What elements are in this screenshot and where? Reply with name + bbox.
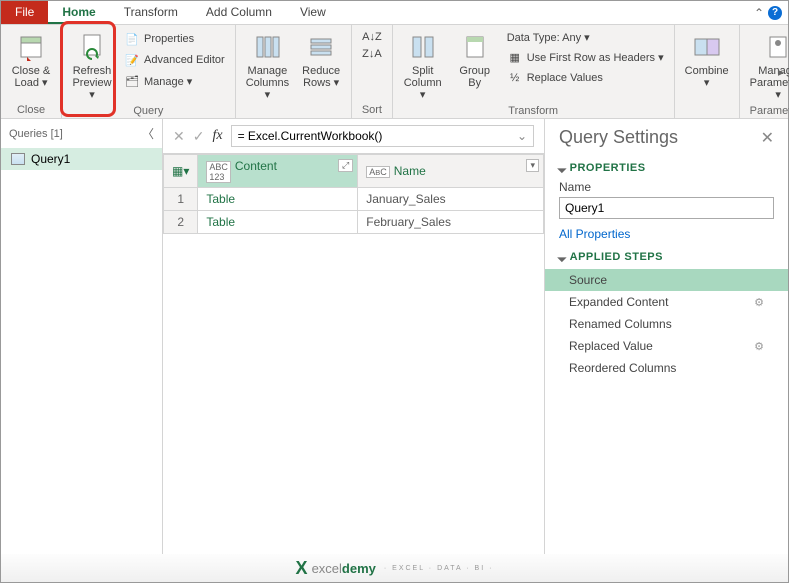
headers-icon: ▦: [507, 49, 523, 65]
formula-input[interactable]: = Excel.CurrentWorkbook() ⌄: [231, 125, 534, 147]
manage-icon: 🗂: [124, 73, 140, 89]
filter-icon[interactable]: ▾: [526, 159, 539, 172]
chevron-left-icon[interactable]: 〈: [142, 125, 154, 142]
column-header-content[interactable]: ABC123Content⤢: [198, 155, 358, 188]
column-header-name[interactable]: ABCName▾: [358, 155, 544, 188]
groupby-icon: [459, 31, 491, 63]
accept-formula-icon[interactable]: ✓: [193, 128, 205, 145]
table-icon: [11, 153, 25, 165]
group-query-label: Query: [68, 103, 229, 117]
replace-icon: ½: [507, 70, 523, 86]
step-replaced[interactable]: Replaced Value⚙: [545, 335, 788, 357]
group-combine-label: [681, 102, 733, 116]
split-column-button[interactable]: Split Column ▾: [399, 29, 447, 103]
data-grid: ▦▾ ABC123Content⤢ ABCName▾ 1 Table Janua…: [163, 154, 544, 554]
expand-icon[interactable]: ⤢: [338, 159, 353, 172]
formula-dropdown-icon[interactable]: ⌄: [517, 129, 527, 143]
tab-view[interactable]: View: [286, 1, 340, 24]
close-icon[interactable]: ✕: [761, 128, 774, 148]
tab-transform[interactable]: Transform: [110, 1, 192, 24]
combine-icon: [691, 31, 723, 63]
step-source[interactable]: Source: [545, 269, 788, 291]
first-row-headers-button[interactable]: ▦Use First Row as Headers ▾: [503, 47, 668, 67]
group-by-button[interactable]: Group By: [451, 29, 499, 103]
query-settings-pane: Query Settings ✕ PROPERTIES Name All Pro…: [544, 119, 788, 554]
group-managecols-label: [242, 103, 345, 117]
tab-help-area: ⌃ ?: [748, 1, 788, 24]
footer: X exceldemy · EXCEL · DATA · BI ·: [1, 554, 788, 582]
group-close-label: Close: [7, 102, 55, 116]
tab-add-column[interactable]: Add Column: [192, 1, 286, 24]
tab-home[interactable]: Home: [48, 1, 109, 24]
reduce-rows-button[interactable]: Reduce Rows ▾: [297, 29, 345, 103]
sort-desc-icon: Z↓A: [362, 48, 382, 60]
group-params-label: Parameters: [746, 103, 789, 117]
refresh-preview-button[interactable]: Refresh Preview ▾: [68, 29, 116, 103]
brand-logo: X exceldemy · EXCEL · DATA · BI ·: [296, 558, 494, 579]
ribbon: Close & Load ▾ Close Refresh Preview ▾ 📄…: [1, 25, 788, 119]
combine-button[interactable]: Combine ▾: [681, 29, 733, 102]
ribbon-expand-icon[interactable]: ▸: [778, 65, 784, 79]
settings-title: Query Settings ✕: [559, 127, 774, 148]
data-type-dropdown[interactable]: Data Type: Any ▾: [503, 29, 668, 46]
properties-icon: 📄: [124, 31, 140, 47]
gear-icon[interactable]: ⚙: [754, 340, 764, 353]
query-item[interactable]: Query1: [1, 148, 162, 170]
gear-icon[interactable]: ⚙: [754, 296, 764, 309]
manage-button[interactable]: 🗂Manage ▾: [120, 71, 229, 91]
replace-values-button[interactable]: ½Replace Values: [503, 68, 668, 88]
collapse-ribbon-icon[interactable]: ⌃: [754, 6, 764, 20]
params-icon: [762, 31, 789, 63]
main-pane: ✕ ✓ fx = Excel.CurrentWorkbook() ⌄ ▦▾ AB…: [163, 119, 544, 554]
tab-file[interactable]: File: [1, 1, 48, 24]
excel-x-icon: X: [296, 558, 308, 579]
step-expanded[interactable]: Expanded Content⚙: [545, 291, 788, 313]
refresh-icon: [76, 31, 108, 63]
sort-desc-button[interactable]: Z↓A: [358, 46, 386, 62]
table-row[interactable]: 2 Table February_Sales: [164, 211, 544, 234]
query-name-input[interactable]: [559, 197, 774, 219]
manage-columns-icon: [251, 31, 283, 63]
sort-asc-icon: A↓Z: [362, 31, 382, 43]
queries-pane: Queries [1] 〈 Query1: [1, 119, 163, 554]
help-icon[interactable]: ?: [768, 6, 782, 20]
properties-button[interactable]: 📄Properties: [120, 29, 229, 49]
content-area: Queries [1] 〈 Query1 ✕ ✓ fx = Excel.Curr…: [1, 119, 788, 554]
sort-asc-button[interactable]: A↓Z: [358, 29, 386, 45]
all-properties-link[interactable]: All Properties: [559, 227, 774, 241]
step-renamed[interactable]: Renamed Columns: [545, 313, 788, 335]
group-sort-label: Sort: [358, 102, 386, 116]
queries-header[interactable]: Queries [1] 〈: [1, 119, 162, 148]
group-transform-label: Transform: [399, 103, 668, 117]
formula-bar: ✕ ✓ fx = Excel.CurrentWorkbook() ⌄: [163, 119, 544, 154]
manage-columns-button[interactable]: Manage Columns ▾: [242, 29, 293, 103]
split-icon: [407, 31, 439, 63]
grid-corner[interactable]: ▦▾: [164, 155, 198, 188]
properties-section[interactable]: PROPERTIES: [559, 162, 774, 174]
cancel-formula-icon[interactable]: ✕: [173, 128, 185, 145]
table-row[interactable]: 1 Table January_Sales: [164, 188, 544, 211]
fx-icon[interactable]: fx: [212, 128, 222, 144]
step-reordered[interactable]: Reordered Columns: [545, 357, 788, 379]
ribbon-tabs: File Home Transform Add Column View ⌃ ?: [1, 1, 788, 25]
close-load-icon: [15, 31, 47, 63]
editor-icon: 📝: [124, 52, 140, 68]
name-label: Name: [559, 180, 774, 194]
applied-steps-section[interactable]: APPLIED STEPS: [559, 251, 774, 263]
reduce-rows-icon: [305, 31, 337, 63]
close-and-load-button[interactable]: Close & Load ▾: [7, 29, 55, 102]
advanced-editor-button[interactable]: 📝Advanced Editor: [120, 50, 229, 70]
